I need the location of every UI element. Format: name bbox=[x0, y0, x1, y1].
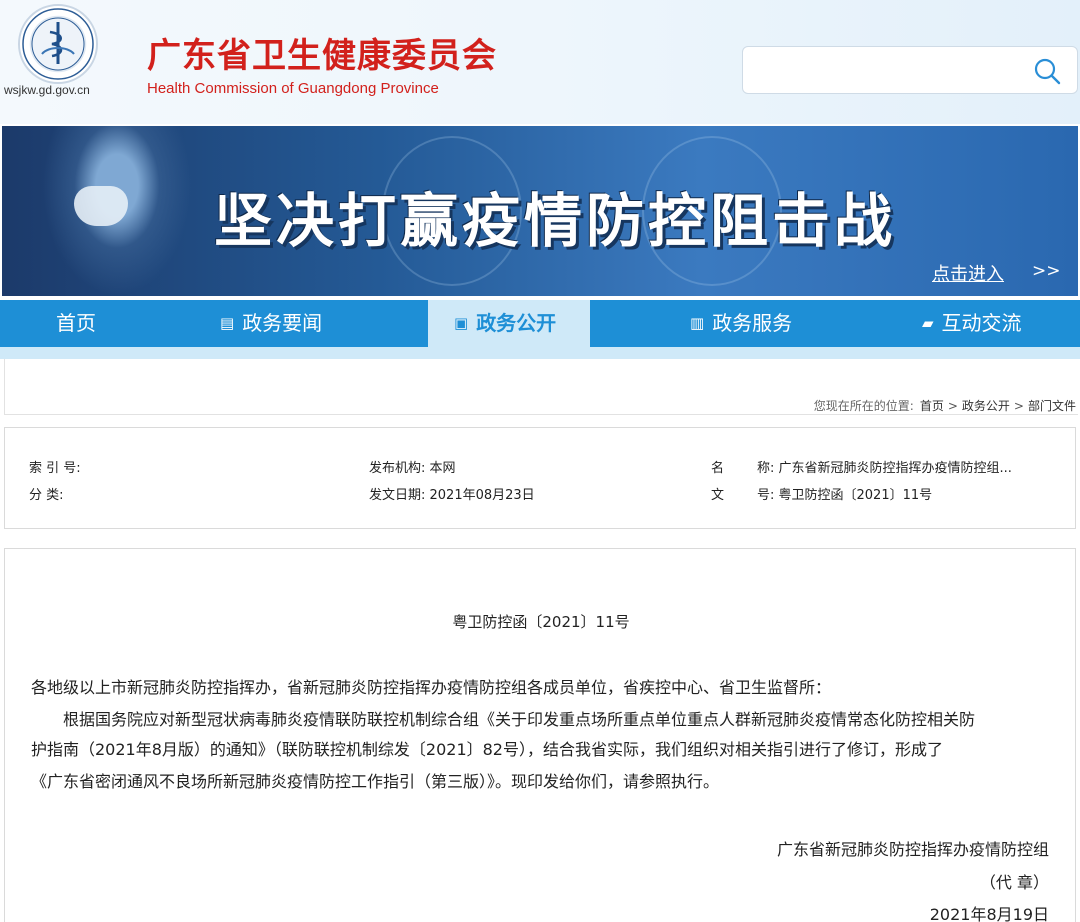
breadcrumb-home[interactable]: 首页 bbox=[920, 399, 944, 413]
document-addressee: 各地级以上市新冠肺炎防控指挥办，省新冠肺炎防控指挥办疫情防控组各成员单位，省疾控… bbox=[31, 678, 832, 697]
nav-item-news[interactable]: ▤ 政务要闻 bbox=[220, 300, 322, 347]
document-body: 粤卫防控函〔2021〕11号 各地级以上市新冠肺炎防控指挥办，省新冠肺炎防控指挥… bbox=[4, 548, 1076, 922]
breadcrumb-open-affairs[interactable]: 政务公开 bbox=[962, 399, 1010, 413]
nav-item-services[interactable]: ▥ 政务服务 bbox=[690, 300, 792, 347]
nav-item-interaction[interactable]: ▰ 互动交流 bbox=[922, 300, 1022, 347]
breadcrumb-sep: > bbox=[947, 399, 958, 413]
main-nav: 首页 ▤ 政务要闻 ▣ 政务公开 ▥ 政务服务 ▰ 互动交流 bbox=[0, 300, 1080, 347]
nav-item-label: 政务服务 bbox=[712, 311, 793, 335]
breadcrumb-dept-docs[interactable]: 部门文件 bbox=[1028, 399, 1076, 413]
meta-date: 发文日期: 2021年08月23日 bbox=[369, 488, 535, 503]
breadcrumb-prefix: 您现在所在的位置: bbox=[813, 399, 914, 413]
document-signer: 广东省新冠肺炎防控指挥办疫情防控组 bbox=[776, 840, 1049, 859]
meta-index-label: 索 引 号: bbox=[29, 461, 81, 476]
nav-item-open-affairs[interactable]: ▣ 政务公开 bbox=[428, 300, 590, 347]
site-header: wsjkw.gd.gov.cn 广东省卫生健康委员会 Health Commis… bbox=[0, 0, 1080, 124]
meta-name-label: 名 bbox=[711, 461, 725, 476]
org-name-en: Health Commission of Guangdong Province bbox=[147, 80, 439, 97]
nav-underbar bbox=[0, 347, 1080, 359]
banner-title: 坚决打赢疫情防控阻击战 bbox=[214, 187, 897, 255]
document-sign-date: 2021年8月19日 bbox=[929, 905, 1049, 922]
health-emblem-logo[interactable] bbox=[18, 4, 98, 84]
document-meta: 索 引 号: 分 类: 发布机构: 本网 发文日期: 2021年08月23日 名… bbox=[4, 427, 1076, 529]
meta-publisher: 发布机构: 本网 bbox=[369, 461, 456, 476]
breadcrumb-sep: > bbox=[1013, 399, 1024, 413]
meta-doc-value: 号: 粤卫防控函〔2021〕11号 bbox=[757, 488, 933, 503]
search-icon[interactable] bbox=[1033, 57, 1061, 85]
nav-item-label: 首页 bbox=[56, 311, 96, 335]
document-seal: （代 章） bbox=[979, 873, 1049, 892]
document-body-line: 护指南（2021年8月版）的通知》（联防联控机制综发〔2021〕82号），结合我… bbox=[31, 740, 943, 759]
document-number: 粤卫防控函〔2021〕11号 bbox=[452, 613, 630, 631]
frame-border bbox=[4, 414, 1078, 415]
search-input[interactable] bbox=[742, 46, 1078, 94]
chat-icon: ▰ bbox=[922, 314, 934, 332]
frame-border bbox=[4, 359, 5, 415]
breadcrumb: 您现在所在的位置: 首页 > 政务公开 > 部门文件 bbox=[814, 397, 1076, 414]
epidemic-banner[interactable]: 坚决打赢疫情防控阻击战 点击进入 >> bbox=[2, 126, 1078, 296]
news-icon: ▤ bbox=[220, 314, 235, 332]
open-doc-icon: ▣ bbox=[454, 314, 469, 332]
service-icon: ▥ bbox=[690, 314, 705, 332]
meta-category-label: 分 类: bbox=[29, 488, 64, 503]
nav-item-label: 政务要闻 bbox=[242, 311, 323, 335]
banner-enter-link[interactable]: 点击进入 bbox=[932, 260, 1004, 286]
document-body-line: 根据国务院应对新型冠状病毒肺炎疫情联防联控机制综合组《关于印发重点场所重点单位重… bbox=[63, 710, 976, 729]
document-body-line: 《广东省密闭通风不良场所新冠肺炎疫情防控工作指引（第三版）》。现印发给你们，请参… bbox=[31, 772, 720, 791]
nav-item-label: 政务公开 bbox=[476, 311, 557, 335]
site-domain: wsjkw.gd.gov.cn bbox=[4, 83, 90, 97]
banner-arrow-icon[interactable]: >> bbox=[1032, 261, 1061, 281]
meta-name-value: 称: 广东省新冠肺炎防控指挥办疫情防控组... bbox=[757, 461, 1012, 476]
org-name-cn[interactable]: 广东省卫生健康委员会 bbox=[147, 28, 497, 77]
face-mask-image bbox=[74, 186, 128, 226]
nav-item-label: 互动交流 bbox=[941, 311, 1022, 335]
nav-item-home[interactable]: 首页 bbox=[56, 300, 96, 347]
meta-doc-label: 文 bbox=[711, 488, 725, 503]
